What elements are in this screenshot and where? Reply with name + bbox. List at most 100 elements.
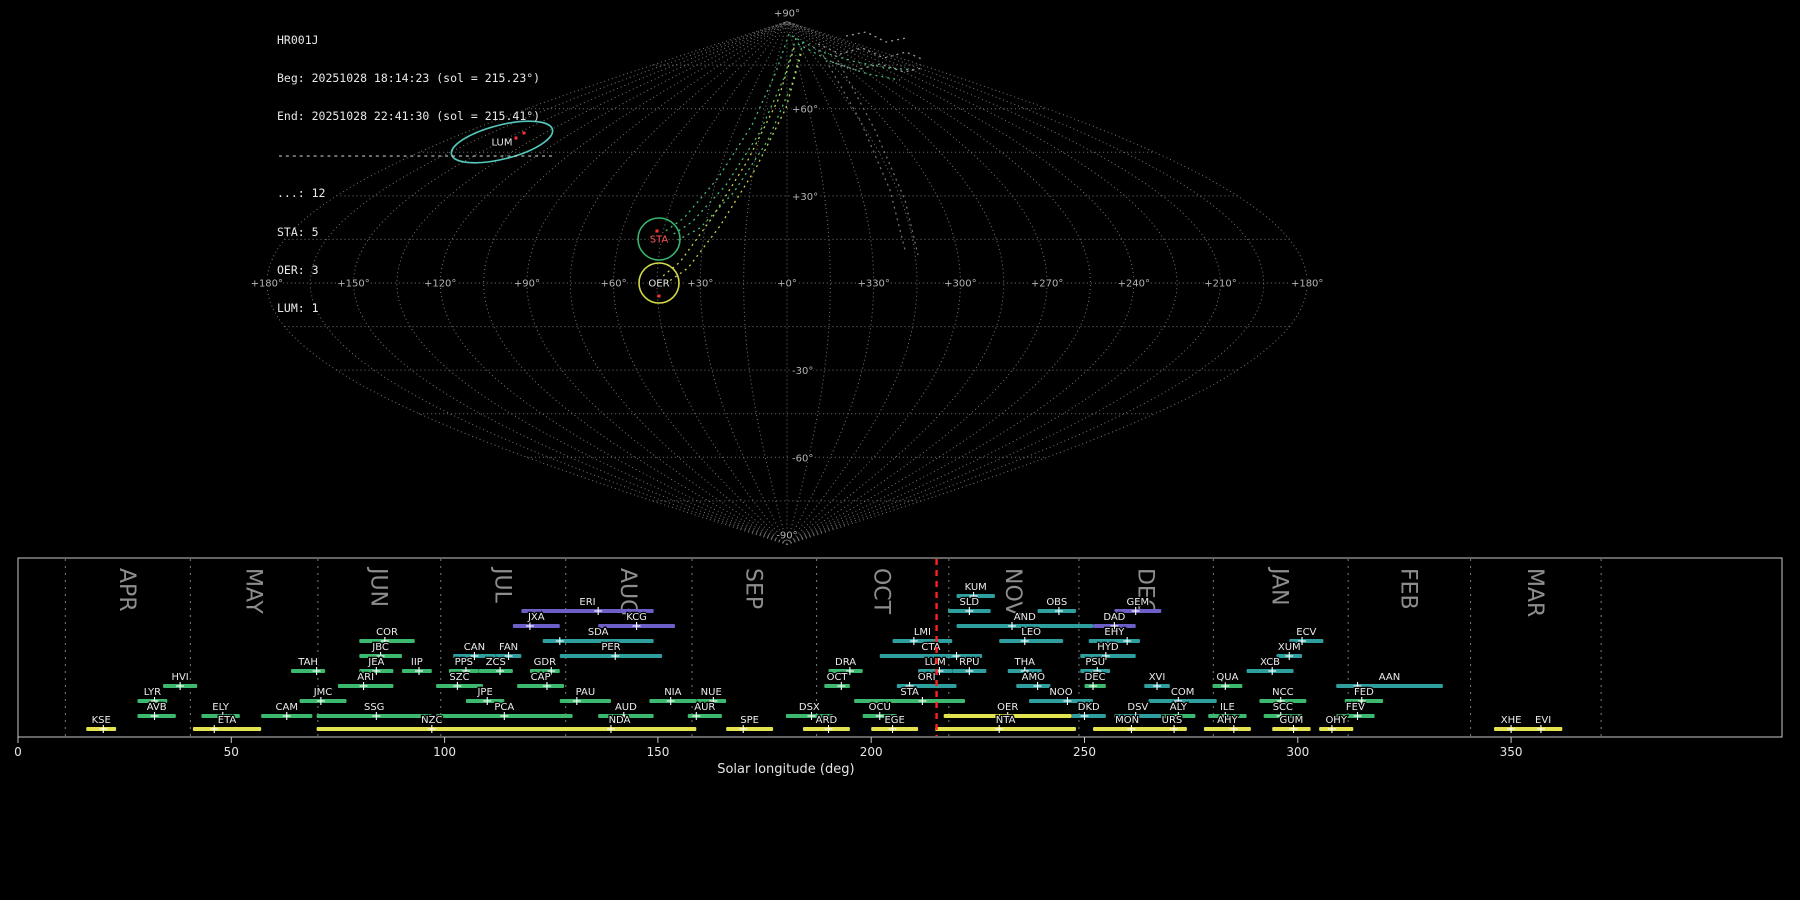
south-pole-label: -90° bbox=[776, 530, 797, 541]
shower-label-ahy: AHY bbox=[1217, 715, 1238, 726]
observation-header: HR001J Beg: 20251028 18:14:23 (sol = 215… bbox=[277, 8, 554, 328]
radiant-drift-track bbox=[677, 41, 804, 241]
shower-label-lmi: LMI bbox=[914, 627, 931, 638]
shower-label-leo: LEO bbox=[1021, 627, 1041, 638]
shower-label-aud: AUD bbox=[615, 702, 637, 713]
shower-label-obs: OBS bbox=[1046, 597, 1067, 608]
activity-chart: APR MAY JUN JUL AUG SEP OCT NOV DEC JAN FEB MAR KUM E… bbox=[14, 557, 1783, 777]
shower-label-dsx: DSX bbox=[799, 702, 820, 713]
month-label-sep: SEP bbox=[740, 568, 765, 609]
shower-label-tah: TAH bbox=[297, 657, 318, 668]
longitude-label: +300° bbox=[944, 279, 976, 290]
shower-label-kcg: KCG bbox=[626, 612, 647, 623]
shower-label-ocu: OCU bbox=[869, 702, 891, 713]
shower-label-fev: FEV bbox=[1346, 702, 1365, 713]
x-tick-label: 150 bbox=[646, 745, 669, 759]
shower-label-kse: KSE bbox=[92, 715, 111, 726]
shower-label-pau: PAU bbox=[576, 687, 596, 698]
shower-label-zcs: ZCS bbox=[486, 657, 506, 668]
end-time: End: 20251028 22:41:30 (sol = 215.41°) bbox=[277, 109, 541, 124]
shower-bar-nta bbox=[935, 727, 1076, 731]
shower-bar-ahy bbox=[1203, 727, 1251, 731]
count-unassociated: ...: 12 bbox=[277, 186, 326, 201]
shower-label-dec: DEC bbox=[1085, 672, 1106, 683]
shower-label-dsv: DSV bbox=[1127, 702, 1148, 713]
shower-label-ari: ARI bbox=[357, 672, 374, 683]
shower-label-jpe: JPE bbox=[476, 687, 492, 698]
shower-label-cam: CAM bbox=[276, 702, 298, 713]
shower-label-ege: EGE bbox=[884, 715, 904, 726]
shower-label-ehy: EHY bbox=[1104, 627, 1125, 638]
shower-label-tha: THA bbox=[1014, 657, 1036, 668]
shower-label-szc: SZC bbox=[449, 672, 469, 683]
shower-label-cor: COR bbox=[376, 627, 398, 638]
shower-bar-jxa bbox=[512, 624, 560, 628]
radiant-drift-track bbox=[831, 61, 923, 73]
count-lum: LUM: 1 bbox=[277, 301, 319, 316]
shower-bar-zcs bbox=[478, 669, 513, 673]
longitude-label: +30° bbox=[687, 279, 713, 290]
month-label-jan: JAN bbox=[1267, 566, 1292, 606]
longitude-label: +60° bbox=[601, 279, 627, 290]
shower-bar-oct bbox=[824, 684, 850, 688]
shower-label-sda: SDA bbox=[588, 627, 609, 638]
longitude-label: +0° bbox=[777, 279, 797, 290]
shower-label-cta: CTA bbox=[921, 642, 940, 653]
x-tick-label: 300 bbox=[1286, 745, 1309, 759]
month-label-feb: FEB bbox=[1396, 568, 1421, 610]
shower-label-aur: AUR bbox=[694, 702, 715, 713]
shower-label-ecv: ECV bbox=[1296, 627, 1316, 638]
shower-label-xhe: XHE bbox=[1501, 715, 1522, 726]
longitude-label: +240° bbox=[1118, 279, 1150, 290]
begin-time: Beg: 20251028 18:14:23 (sol = 215.23°) bbox=[277, 70, 541, 85]
x-tick-label: 250 bbox=[1073, 745, 1096, 759]
shower-label-jbc: JBC bbox=[371, 642, 389, 653]
shower-label-gem: GEM bbox=[1126, 597, 1149, 608]
shower-label-oct: OCT bbox=[827, 672, 849, 683]
x-tick-label: 100 bbox=[433, 745, 456, 759]
shower-label-xvi: XVI bbox=[1149, 672, 1166, 683]
radiant-drift-track bbox=[663, 33, 790, 233]
radiant-drift-track bbox=[819, 49, 906, 251]
x-axis-title: Solar longitude (deg) bbox=[717, 762, 854, 777]
month-label-aug: AUG bbox=[615, 568, 640, 616]
shower-label-pps: PPS bbox=[455, 657, 473, 668]
shower-label-aan: AAN bbox=[1379, 672, 1400, 683]
x-tick-label: 50 bbox=[224, 745, 239, 759]
shower-label-psu: PSU bbox=[1085, 657, 1105, 668]
month-label-oct: OCT bbox=[869, 568, 894, 615]
divider: ---------------------------------------- bbox=[277, 147, 554, 162]
shower-label-dra: DRA bbox=[835, 657, 856, 668]
shower-label-rpu: RPU bbox=[959, 657, 979, 668]
shower-label-com: COM bbox=[1171, 687, 1194, 698]
shower-label-ssg: SSG bbox=[364, 702, 384, 713]
shower-label-xum: XUM bbox=[1278, 642, 1301, 653]
shower-label-dad: DAD bbox=[1103, 612, 1125, 623]
shower-label-and: AND bbox=[1014, 612, 1036, 623]
shower-label-mon: MON bbox=[1115, 715, 1139, 726]
longitude-label: +210° bbox=[1204, 279, 1236, 290]
x-tick-label: 0 bbox=[14, 745, 22, 759]
shower-label-can: CAN bbox=[464, 642, 485, 653]
radiant-label-oer: OER bbox=[648, 279, 669, 290]
shower-bar-spe bbox=[726, 727, 774, 731]
station-id: HR001J bbox=[277, 32, 319, 47]
shower-label-urs: URS bbox=[1162, 715, 1183, 726]
shower-bar-per bbox=[559, 654, 663, 658]
shower-label-eta: ETA bbox=[218, 715, 237, 726]
shower-label-nzc: NZC bbox=[421, 715, 442, 726]
shower-label-ori: ORI bbox=[918, 672, 936, 683]
month-label-may: MAY bbox=[240, 568, 265, 614]
latitude-label: -30° bbox=[792, 366, 813, 377]
count-oer: OER: 3 bbox=[277, 262, 319, 277]
shower-label-fan: FAN bbox=[499, 642, 518, 653]
shower-label-ile: ILE bbox=[1220, 702, 1235, 713]
radiant-drift-track bbox=[845, 31, 907, 43]
longitude-label: +270° bbox=[1031, 279, 1063, 290]
shower-bar-eta bbox=[192, 727, 262, 731]
shower-label-cap: CAP bbox=[531, 672, 551, 683]
radiant-drift-track bbox=[662, 47, 795, 277]
shower-label-scc: SCC bbox=[1273, 702, 1293, 713]
radiant-drift-track bbox=[797, 43, 901, 81]
shower-bar-nda bbox=[542, 727, 697, 731]
